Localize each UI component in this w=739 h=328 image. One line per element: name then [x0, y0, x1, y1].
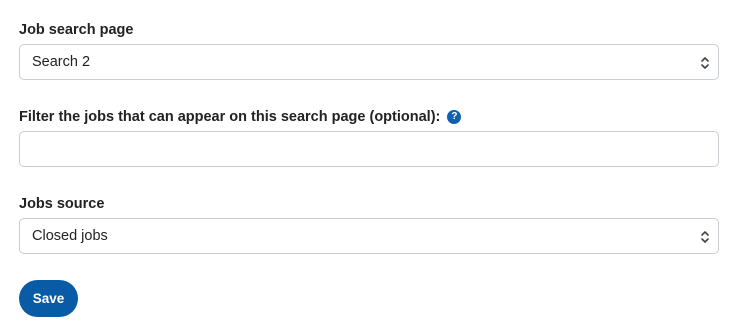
filter-jobs-field[interactable]: [19, 131, 719, 167]
jobs-source-label: Jobs source: [19, 196, 105, 212]
filter-jobs-input[interactable]: [20, 132, 718, 166]
jobs-source-selected-value: Closed jobs: [32, 228, 108, 244]
chevron-updown-icon: [701, 57, 709, 69]
job-search-page-label: Job search page: [19, 22, 134, 38]
chevron-updown-icon: [701, 231, 709, 243]
filter-jobs-label: Filter the jobs that can appear on this …: [19, 108, 462, 126]
filter-jobs-label-text: Filter the jobs that can appear on this …: [19, 109, 441, 125]
job-search-page-select[interactable]: Search 2: [19, 44, 719, 80]
save-button[interactable]: Save: [19, 280, 78, 317]
job-search-page-selected-value: Search 2: [32, 54, 91, 70]
question-circle-icon[interactable]: ?: [447, 110, 462, 124]
jobs-source-select[interactable]: Closed jobs: [19, 218, 719, 254]
